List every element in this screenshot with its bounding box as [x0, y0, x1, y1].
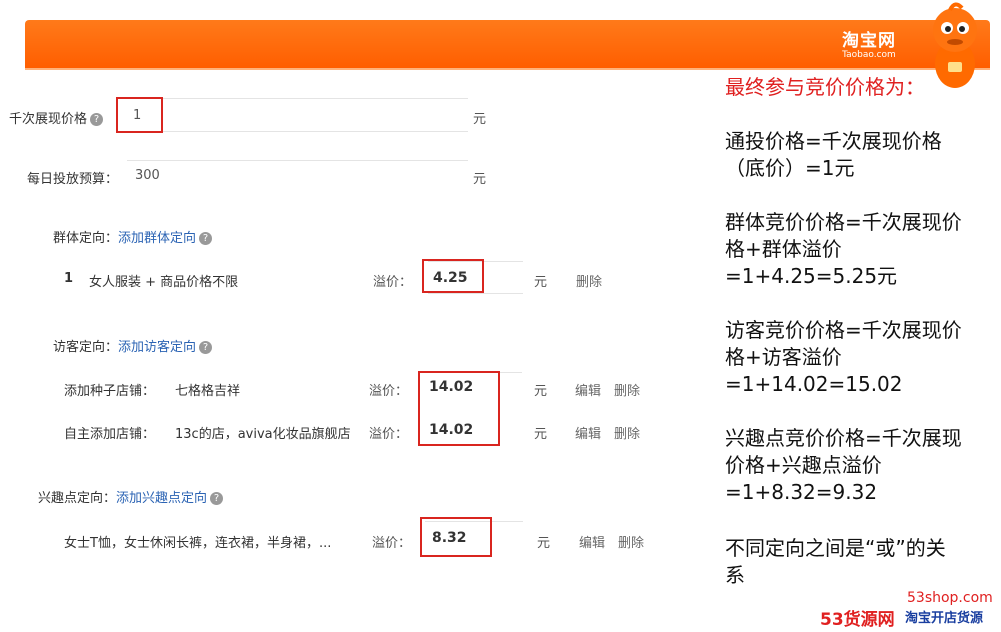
- add-group-targeting-link[interactable]: 添加群体定向: [118, 231, 196, 246]
- explanation-or-relation: 不同定向之间是“或”的关系: [725, 536, 946, 587]
- help-icon[interactable]: ?: [210, 492, 224, 505]
- interest-delete-link[interactable]: 删除: [618, 532, 644, 551]
- explanation-heading: 最终参与竞价价格为：: [725, 75, 925, 99]
- interest-row-text: 女士T恤，女士休闲长裤，连衣裙，半身裙，...: [64, 536, 332, 551]
- group-delete-link[interactable]: 删除: [576, 271, 602, 290]
- header-divider: [25, 68, 990, 70]
- add-visitor-targeting-link[interactable]: 添加访客定向: [118, 340, 196, 355]
- visitor-row-label: 自主添加店铺：: [64, 427, 156, 442]
- visitor-bid-unit: 元: [534, 384, 548, 399]
- add-interest-targeting-link[interactable]: 添加兴趣点定向: [116, 491, 207, 506]
- group-bid-unit: 元: [534, 275, 548, 290]
- interest-bid-label: 溢价：: [372, 536, 412, 551]
- help-icon[interactable]: ?: [199, 232, 213, 245]
- footer-tagline: 淘宝开店货源: [905, 611, 984, 626]
- group-row-text: 女人服装 + 商品价格不限: [89, 275, 239, 290]
- cpm-input-border: [118, 98, 468, 99]
- logo-cn: 淘宝网: [842, 31, 896, 51]
- explanation-visitor-price: 访客竞价价格=千次展现价 格+访客溢价 =1+14.02=15.02: [725, 318, 962, 396]
- visitor-bid-unit: 元: [534, 427, 548, 442]
- visitor-row-text: 13c的店，aviva化妆品旗舰店: [175, 427, 351, 442]
- group-bid-input[interactable]: 4.25: [433, 270, 468, 286]
- visitor-row-text: 七格格吉祥: [175, 384, 241, 399]
- visitor-bid-label: 溢价：: [369, 427, 409, 442]
- footer-site: 53shop.com: [907, 590, 993, 606]
- interest-targeting-title: 兴趣点定向：添加兴趣点定向?: [38, 487, 224, 506]
- visitor-delete-link[interactable]: 删除: [614, 380, 640, 399]
- explanation-interest-price: 兴趣点竞价价格=千次展现 价格+兴趣点溢价 =1+8.32=9.32: [725, 426, 962, 504]
- interest-bid-unit: 元: [537, 536, 551, 551]
- group-targeting-title: 群体定向：添加群体定向?: [53, 227, 213, 246]
- help-icon[interactable]: ?: [90, 113, 104, 126]
- logo-en: Taobao.com: [842, 50, 896, 60]
- cpm-input[interactable]: 1: [133, 108, 141, 123]
- group-bid-label: 溢价：: [373, 275, 413, 290]
- visitor-row-label: 添加种子店铺：: [64, 384, 156, 399]
- taobao-logo: 淘宝网 Taobao.com: [842, 32, 896, 61]
- visitor-bid-highlight-box: [418, 371, 500, 446]
- cpm-input-border-bottom: [118, 131, 468, 132]
- cpm-unit: 元: [473, 112, 487, 127]
- help-icon[interactable]: ?: [199, 341, 213, 354]
- interest-edit-link[interactable]: 编辑: [579, 532, 605, 551]
- visitor-delete-link[interactable]: 删除: [614, 423, 640, 442]
- interest-bid-input[interactable]: 8.32: [432, 530, 467, 546]
- cpm-label: 千次展现价格?: [9, 108, 104, 127]
- budget-label: 每日投放预算：: [27, 172, 119, 187]
- budget-unit: 元: [473, 172, 487, 187]
- visitor-targeting-title: 访客定向：添加访客定向?: [53, 336, 213, 355]
- budget-input-border: [127, 160, 468, 161]
- visitor-edit-link[interactable]: 编辑: [575, 380, 601, 399]
- group-bid-border-bottom: [428, 293, 523, 294]
- explanation-group-price: 群体竞价价格=千次展现价 格+群体溢价 =1+4.25=5.25元: [725, 210, 962, 288]
- group-row-number: 1: [64, 271, 74, 286]
- visitor-bid-label: 溢价：: [369, 384, 409, 399]
- footer-brand: 53货源网: [820, 610, 895, 630]
- visitor-edit-link[interactable]: 编辑: [575, 423, 601, 442]
- explanation-flat-price: 通投价格=千次展现价格 （底价）=1元: [725, 129, 942, 180]
- budget-input[interactable]: 300: [135, 168, 160, 183]
